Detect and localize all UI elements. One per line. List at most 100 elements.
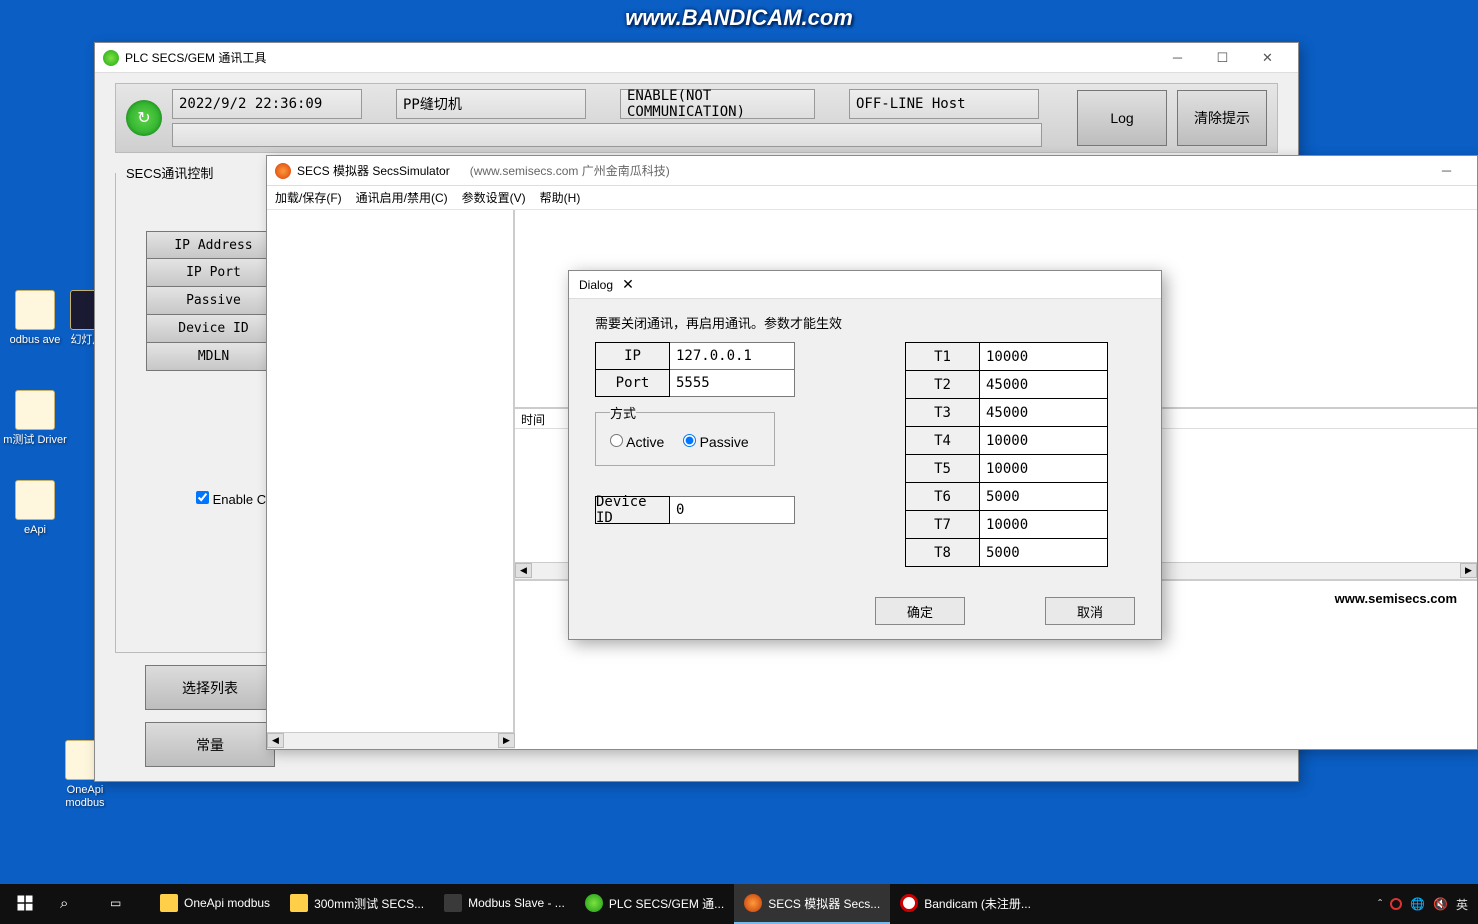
taskbar-label: Modbus Slave - ... bbox=[468, 896, 565, 910]
timer-label: T1 bbox=[905, 343, 980, 371]
timer-label: T5 bbox=[905, 455, 980, 483]
taskbar-item[interactable]: PLC SECS/GEM 通... bbox=[575, 884, 734, 924]
device-id-button[interactable]: Device ID bbox=[146, 315, 281, 343]
taskbar-item[interactable]: SECS 模拟器 Secs... bbox=[734, 884, 890, 924]
dialog-message: 需要关闭通讯，再启用通讯。参数才能生效 bbox=[595, 313, 1135, 332]
window-subtitle: (www.semisecs.com 广州金南瓜科技) bbox=[470, 162, 670, 179]
sim-icon bbox=[744, 894, 762, 912]
refresh-icon[interactable]: ↻ bbox=[126, 100, 162, 136]
timer-label: T8 bbox=[905, 539, 980, 567]
system-tray[interactable]: ˆ 🌐 🔇 英 bbox=[1368, 896, 1478, 913]
chevron-up-icon[interactable]: ˆ bbox=[1378, 897, 1382, 911]
cancel-button[interactable]: 取消 bbox=[1045, 597, 1135, 625]
window-title: SECS 模拟器 SecsSimulator bbox=[297, 162, 450, 179]
folder-icon bbox=[290, 894, 308, 912]
taskbar-item[interactable]: Modbus Slave - ... bbox=[434, 884, 575, 924]
timer-input[interactable] bbox=[980, 455, 1108, 483]
const-button[interactable]: 常量 bbox=[145, 722, 275, 767]
windows-icon bbox=[16, 894, 34, 912]
mode-legend: 方式 bbox=[610, 403, 636, 422]
taskbar-item[interactable]: OneApi modbus bbox=[150, 884, 280, 924]
minimize-button[interactable]: ─ bbox=[1424, 156, 1469, 185]
menu-comm[interactable]: 通讯启用/禁用(C) bbox=[356, 189, 448, 206]
menu-params[interactable]: 参数设置(V) bbox=[462, 189, 526, 206]
deviceid-label: Device ID bbox=[595, 496, 670, 524]
active-radio[interactable]: Active bbox=[610, 434, 664, 450]
network-icon[interactable]: 🌐 bbox=[1410, 897, 1425, 911]
dialog-title: Dialog bbox=[579, 278, 613, 292]
ip-port-button[interactable]: IP Port bbox=[146, 259, 281, 287]
timer-input[interactable] bbox=[980, 371, 1108, 399]
port-input[interactable] bbox=[670, 369, 795, 397]
timer-input[interactable] bbox=[980, 483, 1108, 511]
search-button[interactable]: ⌕ bbox=[50, 884, 100, 924]
message-field bbox=[172, 123, 1042, 147]
taskbar-label: 300mm测试 SECS... bbox=[314, 895, 424, 912]
timer-input[interactable] bbox=[980, 399, 1108, 427]
close-button[interactable]: ✕ bbox=[1245, 43, 1290, 72]
ip-input[interactable] bbox=[670, 342, 795, 370]
timer-label: T2 bbox=[905, 371, 980, 399]
timer-input[interactable] bbox=[980, 427, 1108, 455]
passive-radio[interactable]: Passive bbox=[683, 434, 749, 450]
taskbar-label: Bandicam (未注册... bbox=[924, 895, 1031, 912]
plc-titlebar[interactable]: PLC SECS/GEM 通讯工具 ─ ☐ ✕ bbox=[95, 43, 1298, 73]
app-icon bbox=[103, 50, 119, 66]
bandicam-icon bbox=[900, 894, 918, 912]
timer-table: T1T2T3T4T5T6T7T8 bbox=[905, 342, 1108, 567]
timer-label: T3 bbox=[905, 399, 980, 427]
deviceid-input[interactable] bbox=[670, 496, 795, 524]
search-icon: ⌕ bbox=[60, 895, 68, 912]
timer-input[interactable] bbox=[980, 539, 1108, 567]
taskbar-label: PLC SECS/GEM 通... bbox=[609, 895, 724, 912]
task-view-button[interactable]: ▭ bbox=[100, 884, 150, 924]
desktop-icon[interactable]: m测试 Driver bbox=[0, 390, 70, 447]
checkbox-label: Enable C bbox=[213, 492, 266, 507]
maximize-button[interactable]: ☐ bbox=[1200, 43, 1245, 72]
close-button[interactable]: ✕ bbox=[613, 276, 643, 293]
menu-bar: 加载/保存(F) 通讯启用/禁用(C) 参数设置(V) 帮助(H) bbox=[267, 186, 1477, 210]
window-title: PLC SECS/GEM 通讯工具 bbox=[125, 49, 266, 66]
taskbar-item[interactable]: Bandicam (未注册... bbox=[890, 884, 1041, 924]
scroll-right-icon[interactable]: ▶ bbox=[498, 733, 515, 748]
taskbar-label: SECS 模拟器 Secs... bbox=[768, 895, 880, 912]
icon-label: eApi bbox=[24, 524, 46, 536]
taskbar-item[interactable]: 300mm测试 SECS... bbox=[280, 884, 434, 924]
sim-titlebar[interactable]: SECS 模拟器 SecsSimulator (www.semisecs.com… bbox=[267, 156, 1477, 186]
volume-icon[interactable]: 🔇 bbox=[1433, 897, 1448, 911]
tree-panel[interactable]: ◀▶ bbox=[267, 210, 515, 749]
timer-label: T6 bbox=[905, 483, 980, 511]
record-icon[interactable] bbox=[1390, 898, 1402, 910]
mdln-button[interactable]: MDLN bbox=[146, 343, 281, 371]
clear-button[interactable]: 清除提示 bbox=[1177, 90, 1267, 146]
enable-field: ENABLE(NOT COMMUNICATION) bbox=[620, 89, 815, 119]
minimize-button[interactable]: ─ bbox=[1155, 43, 1200, 72]
log-button[interactable]: Log bbox=[1077, 90, 1167, 146]
timer-input[interactable] bbox=[980, 343, 1108, 371]
start-button[interactable] bbox=[0, 884, 50, 924]
datetime-field: 2022/9/2 22:36:09 bbox=[172, 89, 362, 119]
enable-checkbox[interactable]: Enable C bbox=[196, 492, 266, 507]
plc-icon bbox=[585, 894, 603, 912]
offline-field: OFF-LINE Host bbox=[849, 89, 1039, 119]
watermark: www.BANDICAM.com bbox=[0, 5, 1478, 31]
scroll-right-icon[interactable]: ▶ bbox=[1460, 563, 1477, 578]
menu-help[interactable]: 帮助(H) bbox=[540, 189, 581, 206]
scroll-left-icon[interactable]: ◀ bbox=[515, 563, 532, 578]
menu-file[interactable]: 加载/保存(F) bbox=[275, 189, 342, 206]
settings-dialog: Dialog ✕ 需要关闭通讯，再启用通讯。参数才能生效 IP Port 方式 … bbox=[568, 270, 1162, 640]
desktop-icon[interactable]: eApi bbox=[0, 480, 70, 537]
icon-label: m测试 Driver bbox=[3, 434, 67, 446]
group-label: SECS通讯控制 bbox=[122, 163, 217, 182]
ip-address-button[interactable]: IP Address bbox=[146, 231, 281, 259]
timer-input[interactable] bbox=[980, 511, 1108, 539]
taskbar-label: OneApi modbus bbox=[184, 896, 270, 910]
icon-label: OneApi modbus bbox=[65, 784, 104, 809]
ok-button[interactable]: 确定 bbox=[875, 597, 965, 625]
app-icon bbox=[275, 163, 291, 179]
passive-button[interactable]: Passive bbox=[146, 287, 281, 315]
dialog-titlebar[interactable]: Dialog ✕ bbox=[569, 271, 1161, 299]
select-list-button[interactable]: 选择列表 bbox=[145, 665, 275, 710]
scroll-left-icon[interactable]: ◀ bbox=[267, 733, 284, 748]
ime-indicator[interactable]: 英 bbox=[1456, 896, 1468, 913]
